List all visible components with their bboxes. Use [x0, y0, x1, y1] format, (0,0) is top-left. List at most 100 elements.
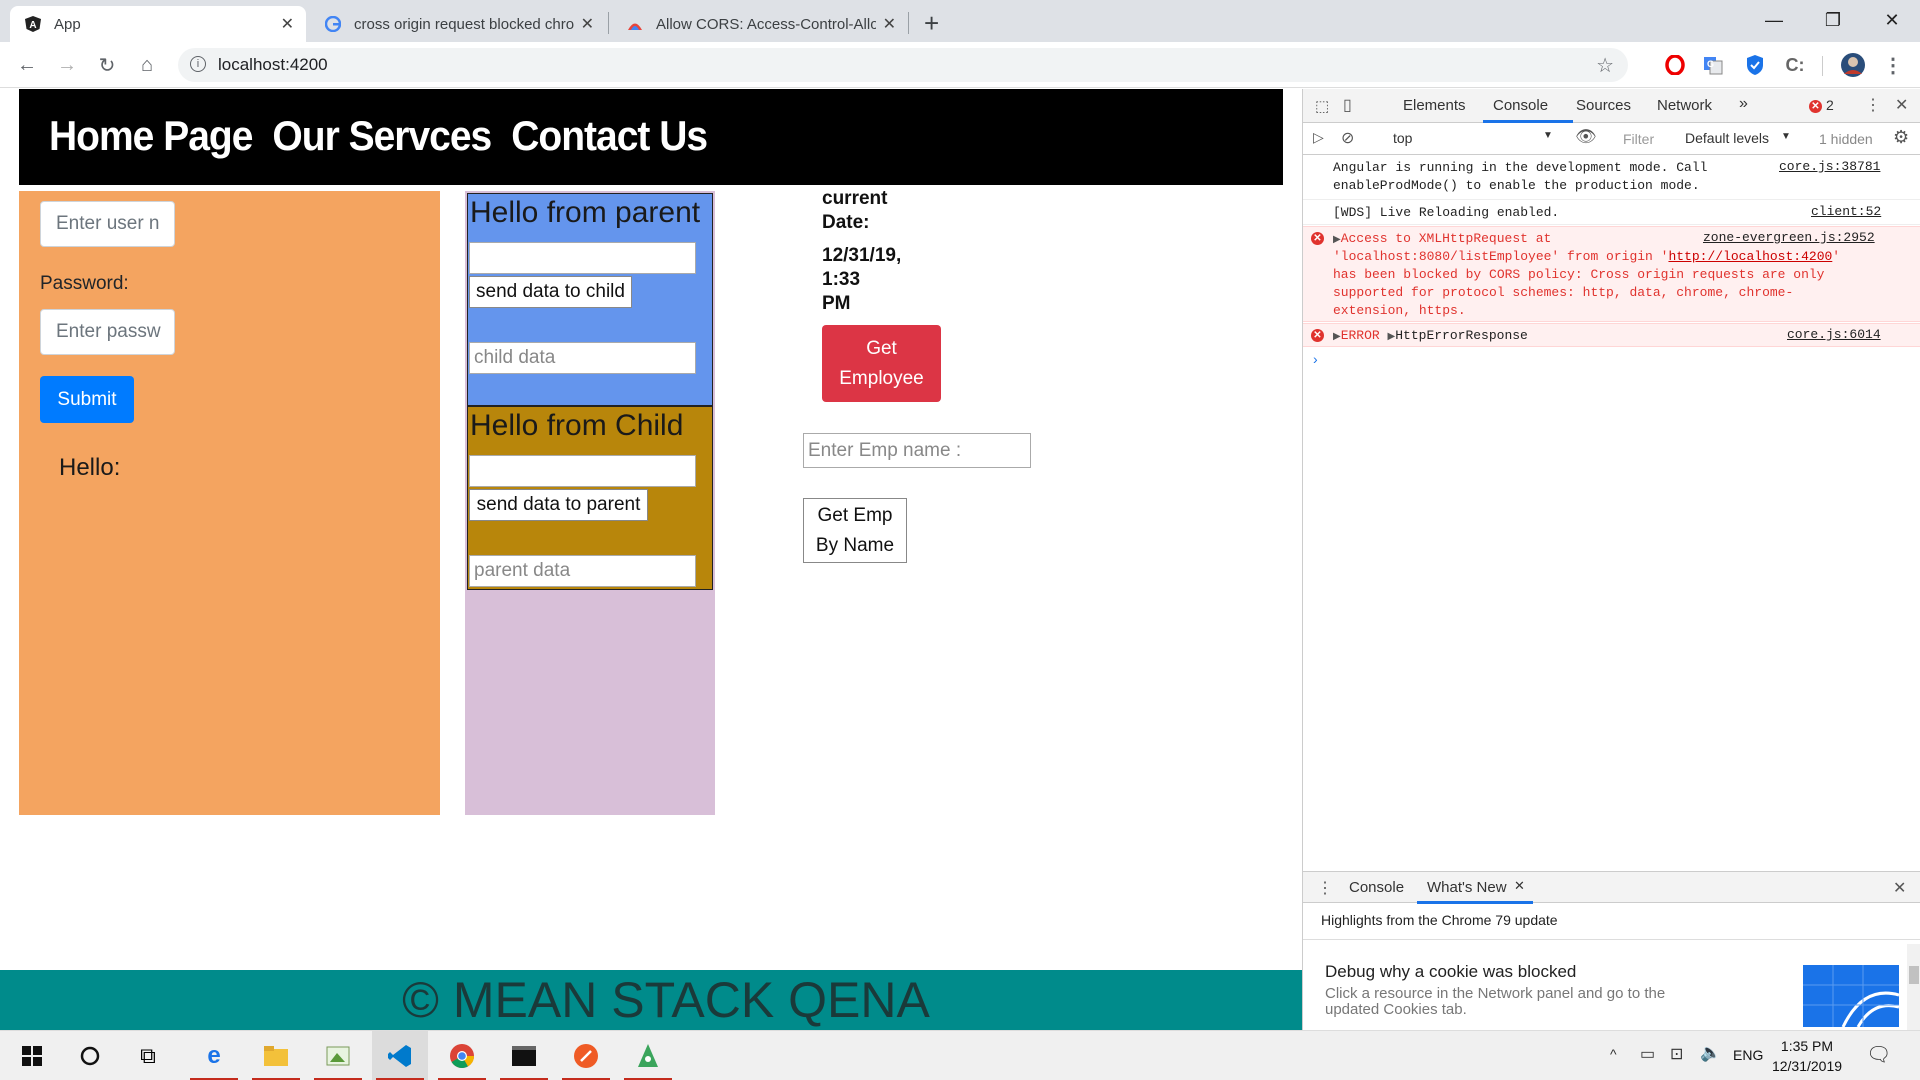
cortana-search-icon[interactable] [62, 1031, 118, 1080]
more-tabs-icon[interactable]: » [1739, 95, 1748, 113]
vscode-icon[interactable] [372, 1031, 428, 1080]
close-drawer-icon[interactable]: ✕ [1893, 878, 1906, 898]
bookmark-star-icon[interactable]: ☆ [1596, 53, 1614, 78]
postman-icon[interactable] [558, 1031, 614, 1080]
error-count[interactable]: 2 [1826, 97, 1834, 113]
clock-time: 1:35 PM [1780, 1038, 1834, 1054]
context-dropdown-icon[interactable]: ▼ [1543, 130, 1553, 141]
sidebar-toggle-icon[interactable]: ▷ [1313, 129, 1324, 146]
button-label-line: Employee [839, 367, 924, 389]
filter-input[interactable]: Filter [1623, 131, 1654, 147]
action-center-icon[interactable]: 🗨 [1866, 1042, 1891, 1067]
reload-icon[interactable]: ↻ [92, 50, 122, 80]
error-source-link[interactable]: zone-evergreen.js:2952 [1703, 230, 1875, 245]
drawer-tab-whats-new[interactable]: What's New [1427, 879, 1507, 896]
child-input[interactable] [469, 455, 696, 487]
devtools-tab-network[interactable]: Network [1657, 97, 1712, 114]
devtools-tab-elements[interactable]: Elements [1403, 97, 1466, 114]
drawer-tabbar: ⋮ Console What's New ✕ ✕ [1303, 871, 1920, 904]
language-indicator[interactable]: ENG [1733, 1047, 1763, 1063]
submit-button[interactable]: Submit [40, 376, 134, 423]
volume-icon[interactable]: 🔈 [1700, 1043, 1721, 1063]
tab-allow-cors[interactable]: Allow CORS: Access-Control-Allo ✕ [612, 6, 908, 42]
translate-extension-icon[interactable]: G [1700, 52, 1726, 78]
tab-app[interactable]: A App ✕ [10, 6, 306, 42]
avatar[interactable] [1840, 52, 1866, 78]
console-prompt-icon[interactable]: › [1313, 351, 1318, 367]
nav-contact-link[interactable]: Contact Us [511, 113, 708, 161]
nav-services-link[interactable]: Our Servces [272, 113, 492, 161]
drawer-scrollbar[interactable] [1907, 944, 1920, 1030]
tab-google-search[interactable]: cross origin request blocked chro ✕ [310, 6, 606, 42]
tab-separator [608, 12, 609, 34]
close-window-icon[interactable]: ✕ [1864, 0, 1920, 40]
close-tab-icon[interactable]: ✕ [281, 14, 294, 34]
new-tab-icon[interactable]: + [924, 8, 939, 39]
levels-dropdown-icon[interactable]: ▼ [1781, 131, 1791, 142]
chrome-webstore-icon [626, 15, 644, 33]
get-emp-by-name-button[interactable]: Get Emp By Name [803, 498, 907, 563]
error-object[interactable]: HttpErrorResponse [1395, 328, 1528, 343]
parent-data-input[interactable]: parent data [469, 555, 696, 587]
context-selector[interactable]: top [1393, 130, 1412, 146]
clear-console-icon[interactable]: ⊘ [1341, 128, 1354, 148]
clock[interactable]: 1:35 PM 12/31/2019 [1768, 1036, 1846, 1076]
close-whats-new-icon[interactable]: ✕ [1514, 878, 1525, 894]
drawer-menu-icon[interactable]: ⋮ [1317, 878, 1333, 898]
menu-kebab-icon[interactable]: ⋮ [1880, 52, 1906, 78]
inspect-element-icon[interactable]: ⬚ [1315, 97, 1329, 115]
emp-name-input[interactable]: Enter Emp name : [803, 433, 1031, 468]
devtools-tab-console[interactable]: Console [1493, 97, 1548, 114]
shield-extension-icon[interactable] [1742, 52, 1768, 78]
forward-icon[interactable]: → [52, 50, 82, 80]
home-icon[interactable]: ⌂ [132, 50, 162, 80]
restore-icon[interactable]: ❐ [1805, 0, 1861, 40]
back-icon[interactable]: ← [12, 50, 42, 80]
send-to-child-button[interactable]: send data to child [469, 276, 632, 308]
error-line-part: 'localhost:8080/listEmployee' from origi… [1333, 249, 1669, 264]
terminal-icon[interactable] [496, 1031, 552, 1080]
close-devtools-icon[interactable]: ✕ [1895, 95, 1908, 115]
eye-icon[interactable]: 👁 [1575, 127, 1597, 147]
expand-arrow-icon[interactable]: ▶ [1333, 332, 1341, 343]
chrome-icon[interactable] [434, 1031, 490, 1080]
windows-start-icon[interactable] [4, 1031, 60, 1080]
address-bar[interactable]: i localhost:4200 ☆ [178, 48, 1628, 82]
get-employee-button[interactable]: Get Employee [822, 325, 941, 402]
device-toolbar-icon[interactable]: ▯ [1343, 95, 1352, 115]
edge-browser-icon[interactable]: e [186, 1031, 242, 1080]
origin-link[interactable]: http://localhost:4200 [1668, 249, 1832, 264]
cors-extension-icon[interactable]: C: [1782, 52, 1808, 78]
minimize-icon[interactable]: — [1746, 0, 1802, 40]
nav-home-link[interactable]: Home Page [49, 113, 253, 161]
expand-arrow-icon[interactable]: ▶ [1333, 235, 1341, 246]
battery-icon[interactable]: ▭ [1640, 1044, 1655, 1064]
paint-app-icon[interactable] [310, 1031, 366, 1080]
log-levels-dropdown[interactable]: Default levels [1685, 130, 1769, 146]
parent-input[interactable] [469, 242, 696, 274]
error-source-link[interactable]: core.js:6014 [1787, 327, 1881, 342]
send-to-parent-button[interactable]: send data to parent [469, 489, 648, 521]
opera-extension-icon[interactable] [1662, 52, 1688, 78]
task-view-icon[interactable]: ⧉ [120, 1031, 176, 1080]
password-input[interactable]: Enter passw [40, 309, 175, 355]
log-source-link[interactable]: core.js:38781 [1779, 159, 1880, 174]
whats-new-thumbnail[interactable] [1803, 965, 1899, 1027]
whats-new-item-desc: Click a resource in the Network panel an… [1325, 986, 1665, 1018]
devtools-menu-icon[interactable]: ⋮ [1865, 95, 1881, 115]
drawer-tab-console[interactable]: Console [1349, 879, 1404, 896]
username-input[interactable]: Enter user n [40, 201, 175, 247]
log-source-link[interactable]: client:52 [1811, 204, 1881, 219]
info-icon[interactable]: i [190, 56, 206, 72]
robo3t-icon[interactable] [620, 1031, 676, 1080]
child-data-input[interactable]: child data [469, 342, 696, 374]
file-explorer-icon[interactable] [248, 1031, 304, 1080]
close-tab-icon[interactable]: ✕ [883, 14, 896, 34]
console-settings-icon[interactable]: ⚙ [1893, 127, 1909, 148]
close-tab-icon[interactable]: ✕ [581, 14, 594, 34]
whats-new-item-title[interactable]: Debug why a cookie was blocked [1325, 962, 1576, 982]
devtools-tab-sources[interactable]: Sources [1576, 97, 1631, 114]
child-heading: Hello from Child [470, 409, 684, 442]
show-hidden-icons-icon[interactable]: ^ [1610, 1046, 1617, 1062]
network-icon[interactable]: ⊡ [1670, 1044, 1683, 1064]
